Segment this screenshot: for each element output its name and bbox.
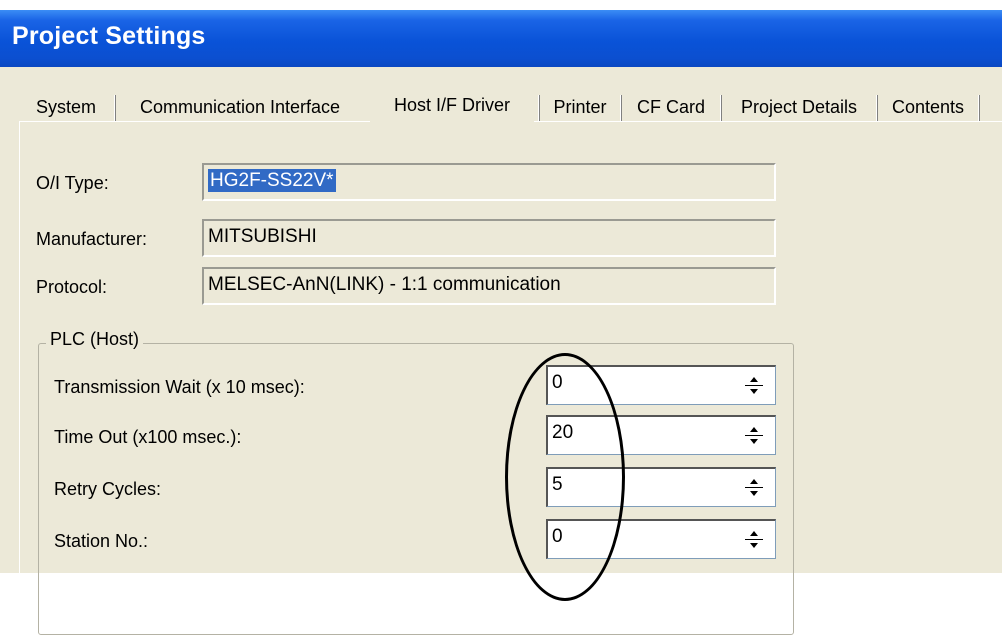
- manufacturer-value: MITSUBISHI: [208, 226, 317, 247]
- station-no-spinbox[interactable]: 0: [546, 519, 776, 559]
- triangle-up-icon[interactable]: [745, 475, 763, 487]
- protocol-field[interactable]: MELSEC-AnN(LINK) - 1:1 communication: [202, 267, 776, 305]
- triangle-down-icon[interactable]: [745, 540, 763, 552]
- time-out-value: 20: [552, 422, 574, 443]
- retry-cycles-label: Retry Cycles:: [54, 479, 162, 499]
- time-out-spinbox[interactable]: 20: [546, 415, 776, 455]
- station-no-value: 0: [552, 526, 563, 547]
- tab-page-left-border: [19, 121, 20, 573]
- tab-cf-card[interactable]: CF Card: [622, 92, 720, 122]
- transmission-wait-spinbox[interactable]: 0: [546, 365, 776, 405]
- transmission-wait-value: 0: [552, 372, 563, 393]
- retry-cycles-value: 5: [552, 474, 563, 495]
- tab-separator: [978, 95, 980, 121]
- retry-cycles-spinbox[interactable]: 5: [546, 467, 776, 507]
- tab-strip: System Communication Interface Host I/F …: [20, 87, 1002, 125]
- tab-contents[interactable]: Contents: [878, 92, 978, 122]
- manufacturer-label: Manufacturer:: [36, 229, 148, 249]
- station-no-label: Station No.:: [54, 531, 149, 551]
- window-title: Project Settings: [12, 22, 206, 50]
- protocol-label: Protocol:: [36, 277, 108, 297]
- oi-type-field[interactable]: HG2F-SS22V*: [202, 163, 776, 201]
- tab-communication-interface[interactable]: Communication Interface: [116, 92, 364, 122]
- triangle-down-icon[interactable]: [745, 488, 763, 500]
- time-out-label: Time Out (x100 msec.):: [54, 427, 242, 447]
- manufacturer-field[interactable]: MITSUBISHI: [202, 219, 776, 257]
- window-title-bar[interactable]: Project Settings: [0, 10, 1002, 67]
- triangle-down-icon[interactable]: [745, 436, 763, 448]
- tab-project-details[interactable]: Project Details: [722, 92, 876, 122]
- tab-system[interactable]: System: [20, 92, 112, 122]
- plc-host-group-title: PLC (Host): [46, 329, 144, 350]
- tab-printer[interactable]: Printer: [540, 92, 620, 122]
- triangle-up-icon[interactable]: [745, 527, 763, 539]
- triangle-down-icon[interactable]: [745, 386, 763, 398]
- dialog-body: System Communication Interface Host I/F …: [0, 67, 1002, 635]
- triangle-up-icon[interactable]: [745, 373, 763, 385]
- oi-type-value: HG2F-SS22V*: [208, 169, 336, 192]
- protocol-value: MELSEC-AnN(LINK) - 1:1 communication: [208, 274, 561, 295]
- triangle-up-icon[interactable]: [745, 423, 763, 435]
- transmission-wait-label: Transmission Wait (x 10 msec):: [54, 377, 305, 397]
- oi-type-label: O/I Type:: [36, 173, 109, 193]
- tab-host-if-driver[interactable]: Host I/F Driver: [370, 87, 534, 123]
